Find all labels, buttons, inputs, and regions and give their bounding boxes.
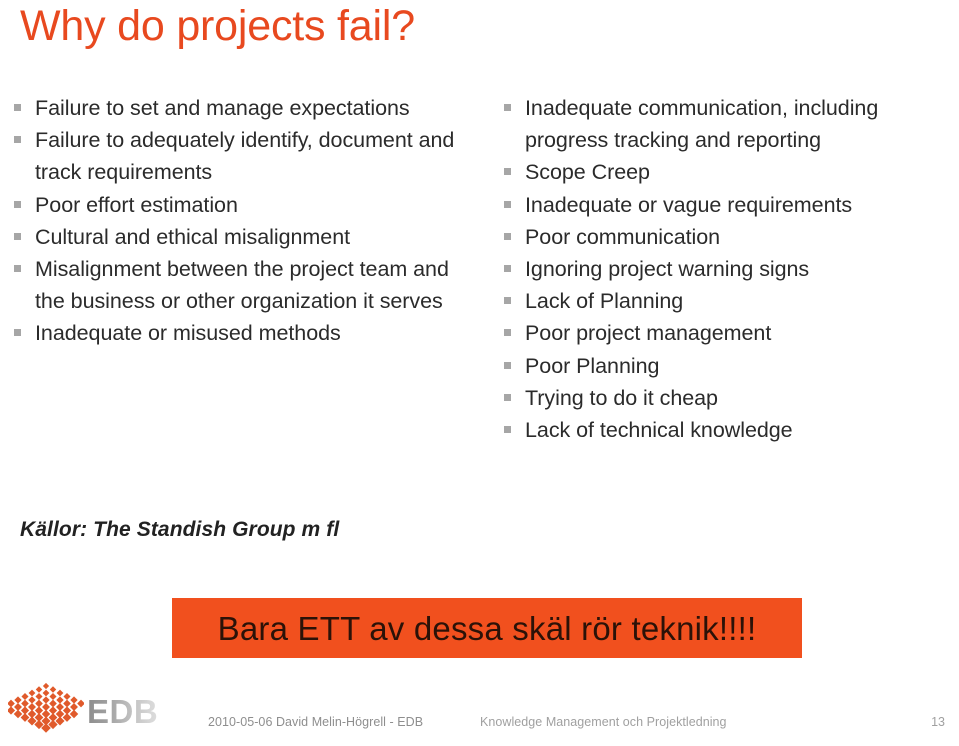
list-item-label: Poor Planning bbox=[525, 353, 660, 378]
source-note: Källor: The Standish Group m fl bbox=[20, 518, 340, 541]
square-bullet-icon bbox=[14, 265, 21, 273]
square-bullet-icon bbox=[14, 104, 21, 111]
square-bullet-icon bbox=[504, 329, 511, 337]
list-item: Cultural and ethical misalignment bbox=[6, 221, 476, 253]
square-bullet-icon bbox=[504, 168, 511, 176]
list-item-label: Trying to do it cheap bbox=[525, 385, 718, 410]
square-bullet-icon bbox=[504, 426, 511, 434]
page-number: 13 bbox=[931, 715, 945, 729]
list-item: Inadequate or vague requirements bbox=[496, 189, 951, 221]
square-bullet-icon bbox=[14, 136, 21, 144]
square-bullet-icon bbox=[504, 265, 511, 273]
list-item: Trying to do it cheap bbox=[496, 382, 951, 414]
bullet-column-left: Failure to set and manage expectations F… bbox=[6, 92, 476, 350]
square-bullet-icon bbox=[504, 232, 511, 240]
square-bullet-icon bbox=[504, 200, 511, 208]
list-item: Poor effort estimation bbox=[6, 189, 476, 221]
list-item: Poor communication bbox=[496, 221, 951, 253]
list-item-label: Inadequate or vague requirements bbox=[525, 192, 853, 217]
square-bullet-icon bbox=[504, 393, 511, 401]
list-item-label: Scope Creep bbox=[525, 160, 650, 185]
list-item-label: Misalignment between the project team an… bbox=[35, 257, 449, 314]
list-item: Poor project management bbox=[496, 317, 951, 349]
list-item-label: Lack of technical knowledge bbox=[525, 418, 793, 443]
list-item-label: Failure to set and manage expectations bbox=[35, 96, 410, 120]
edb-wordmark: EDB bbox=[87, 693, 159, 730]
list-item-label: Lack of Planning bbox=[525, 289, 684, 314]
list-item-label: Failure to adequately identify, document… bbox=[35, 128, 455, 185]
bullet-column-right: Inadequate communication, including prog… bbox=[496, 92, 951, 446]
list-item: Inadequate or misused methods bbox=[6, 317, 476, 349]
edb-diamond-mark-icon bbox=[8, 682, 84, 733]
square-bullet-icon bbox=[504, 297, 511, 305]
callout-banner: Bara ETT av dessa skäl rör teknik!!!! bbox=[172, 598, 802, 658]
square-bullet-icon bbox=[504, 104, 511, 111]
callout-banner-label: Bara ETT av dessa skäl rör teknik!!!! bbox=[217, 609, 757, 647]
square-bullet-icon bbox=[504, 361, 511, 369]
list-item-label: Cultural and ethical misalignment bbox=[35, 224, 351, 249]
square-bullet-icon bbox=[14, 329, 21, 337]
edb-logo: EDB bbox=[8, 680, 183, 742]
bullet-list-left: Failure to set and manage expectations F… bbox=[6, 92, 476, 350]
page-title: Why do projects fail? bbox=[20, 2, 415, 50]
list-item-label: Poor communication bbox=[525, 224, 721, 249]
list-item: Poor Planning bbox=[496, 350, 951, 382]
slide: Why do projects fail? Failure to set and… bbox=[0, 0, 959, 746]
footer-course-title: Knowledge Management och Projektledning bbox=[480, 715, 727, 729]
list-item-label: Poor effort estimation bbox=[35, 192, 238, 217]
footer: EDB 2010-05-06 David Melin-Högrell - EDB… bbox=[0, 676, 959, 746]
list-item-label: Inadequate communication, including prog… bbox=[525, 96, 879, 153]
square-bullet-icon bbox=[14, 232, 21, 240]
square-bullet-icon bbox=[14, 200, 21, 208]
footer-date-author: 2010-05-06 David Melin-Högrell - EDB bbox=[208, 715, 424, 729]
list-item: Inadequate communication, including prog… bbox=[496, 92, 951, 156]
list-item: Failure to adequately identify, document… bbox=[6, 124, 476, 188]
list-item: Scope Creep bbox=[496, 156, 951, 188]
list-item-label: Inadequate or misused methods bbox=[35, 321, 341, 346]
list-item: Ignoring project warning signs bbox=[496, 253, 951, 285]
bullet-list-right: Inadequate communication, including prog… bbox=[496, 92, 951, 446]
list-item: Failure to set and manage expectations bbox=[6, 92, 476, 124]
list-item-label: Ignoring project warning signs bbox=[525, 257, 810, 282]
list-item: Lack of Planning bbox=[496, 285, 951, 317]
list-item-label: Poor project management bbox=[525, 321, 772, 346]
list-item: Lack of technical knowledge bbox=[496, 414, 951, 446]
list-item: Misalignment between the project team an… bbox=[6, 253, 476, 317]
